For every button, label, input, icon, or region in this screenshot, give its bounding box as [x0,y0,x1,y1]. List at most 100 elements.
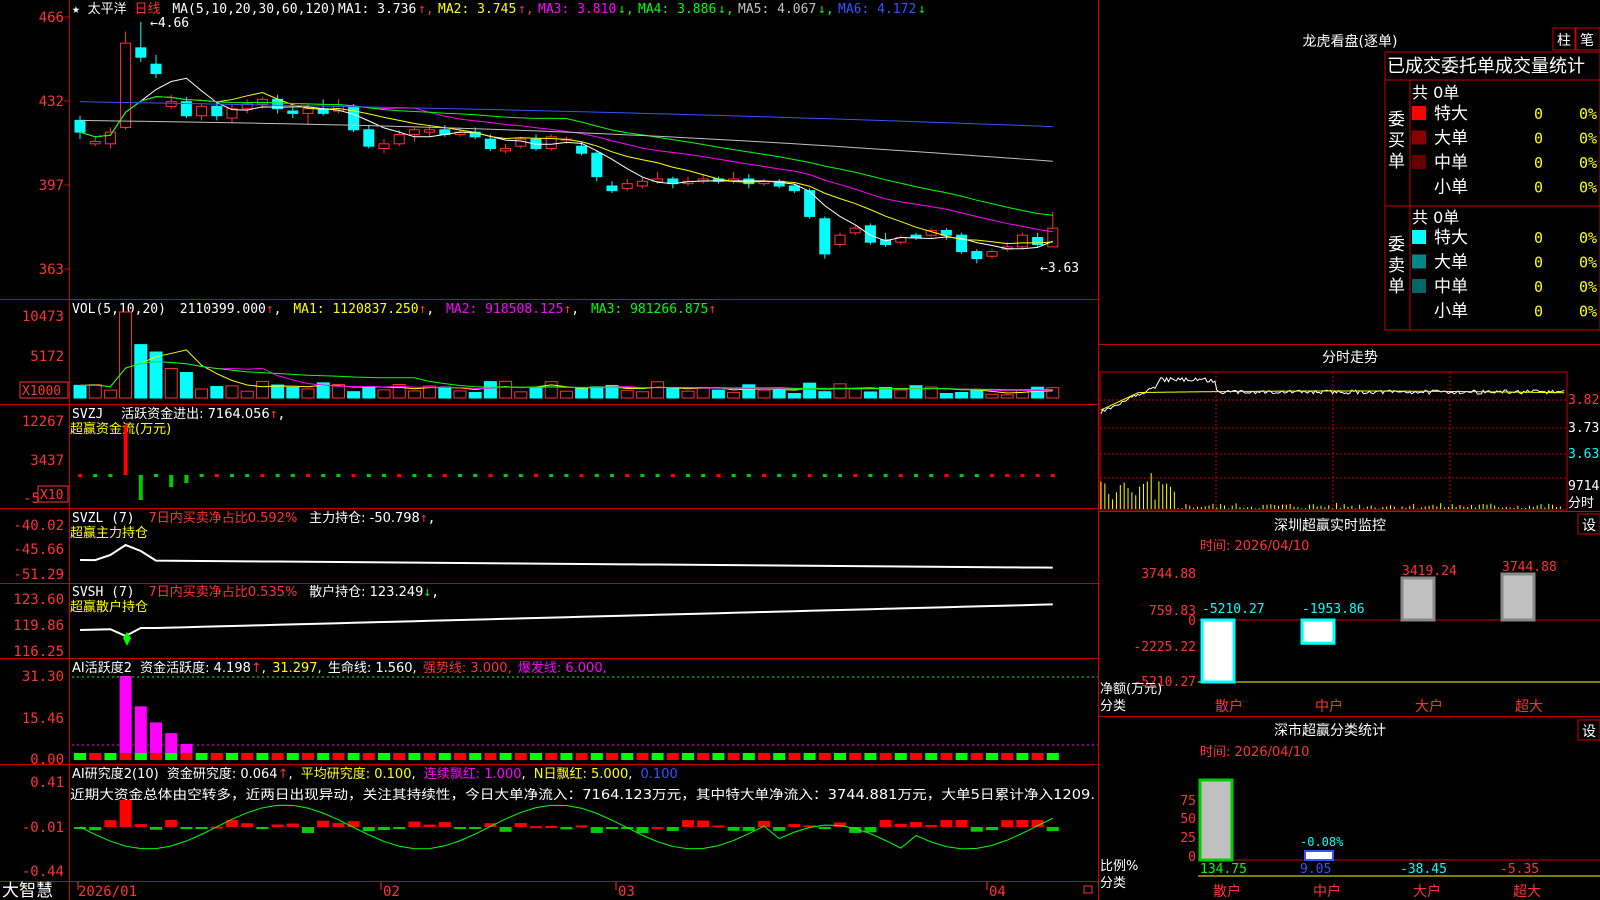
svzj-bar [701,474,706,477]
stats-title: 深市超赢分类统计 [1274,722,1386,739]
stock-terminal[interactable]: 466 432 397 363 ★ 太平洋 日线 MA(5,10,20,30,6… [0,0,1600,900]
ai2-bar [1016,820,1029,827]
volume-bar [772,389,786,399]
volume-bar [499,380,513,399]
ai2-bar [241,823,254,827]
ai1-base-bar [742,753,755,760]
sell-total: 共 0单 [1412,208,1459,227]
volume-bar [179,372,193,399]
ai1-base-bar [454,753,466,760]
svg-text:3.635: 3.635 [1568,447,1600,462]
svg-text:委: 委 [1388,110,1405,130]
monitor-settings-label[interactable]: 设 [1582,518,1596,534]
dragon-side-labels: 委买单 委卖单 [1388,110,1405,297]
volume-bar [590,386,604,399]
stats-axis: 75 50 25 0 [1180,794,1196,865]
ai1-base-bar [514,753,527,760]
svzj-bar [853,474,858,477]
ai1-base-bar [606,753,618,760]
intraday-axis: 3.825 3.730 3.635 97141 分时 [1568,393,1600,511]
svzj-bar [594,474,599,477]
monitor-category: 中户 [1315,698,1343,715]
ai1-base-bar [119,753,132,760]
candle-body [120,42,132,128]
svg-text:25: 25 [1180,831,1196,846]
size-pct: 0% [1579,179,1597,197]
svg-text:02: 02 [383,884,400,900]
size-label: 特大 [1434,228,1468,248]
ai1-base-bar [499,753,512,760]
ai2-bar [438,822,451,827]
ma-arrow-icon: ↓, [718,2,734,17]
candle-body [910,234,922,239]
size-count: 0 [1534,130,1543,148]
size-label: 特大 [1434,104,1468,124]
svzj-bar [579,474,584,477]
ai1-base-bar [894,753,907,760]
ai1-base-bar [834,753,846,760]
candle-body [515,138,527,147]
svzj-bar [260,474,265,477]
candle-body [788,185,800,192]
ai2-bar [910,822,922,827]
svzj-bar [898,474,903,477]
svzj-bar [397,474,402,477]
ai1-base-bar [530,753,542,760]
candle-body [500,148,512,152]
ai1-base-bar [332,753,345,760]
volume-bar [681,390,695,399]
volume-bar [453,390,467,399]
ai1-base-bar [134,753,147,760]
ai2-bar [408,821,421,827]
candle-body [971,251,983,260]
svzj-bar [1020,474,1025,477]
svzj-bars [78,425,1055,500]
candle-body [1016,234,1028,248]
ai1-base-bar [970,753,983,760]
monitor-bar [1200,618,1236,684]
svzj-bar [199,474,204,477]
dragon-tab-bar-label[interactable]: 柱 [1557,33,1571,49]
ai1-base-bar [165,753,178,760]
volume-bar [833,383,847,399]
ai2-axis: 0.41 -0.01 -0.44 [22,775,64,880]
candle-body [378,143,390,150]
svsh-header-line: SVSH (7) 7日内买卖净占比0.535% 散户持仓: 123.249↓, [72,584,439,600]
ai2-bar [970,827,983,832]
lock-icon[interactable] [1083,885,1093,894]
ai2-bar [606,827,618,829]
ai2-bar [666,827,679,831]
volume-bar [468,392,482,399]
ma-value-label: MA6: 4.172 [838,2,916,17]
ai1-base-bar [89,753,102,760]
svzj-bar [503,474,508,477]
ai1-base-bar [758,753,770,760]
svzj-bar [78,474,82,477]
ma-header: MA(5,10,20,30,60,120) [172,2,336,17]
svzj-bar [914,474,918,477]
svg-text:3437: 3437 [30,453,64,469]
svg-text:0.00: 0.00 [30,752,64,768]
ai1-base-bar [590,753,603,760]
volume-bar [848,388,862,399]
ai1-base-bar [697,753,710,760]
svzl-line [79,543,1053,569]
ai2-bar [378,827,390,831]
volume-bar [970,389,984,399]
volume-bar [255,380,269,399]
dragon-tab-tick-label[interactable]: 笔 [1580,33,1594,49]
ma-value-label: MA1: 3.736 [338,2,416,17]
dragon-title: 龙虎看盘(逐单) [1303,33,1398,50]
stats-settings-label[interactable]: 设 [1582,724,1596,740]
size-label: 大单 [1434,253,1468,273]
svzj-bar [534,474,538,477]
svzj-bar [488,474,493,477]
ai1-base-bar [879,753,892,760]
svzj-bar [929,474,934,477]
svg-text:分时: 分时 [1568,496,1594,511]
ai2-bar [742,827,755,831]
candle-body [606,185,618,192]
candle-body [940,229,952,236]
star-icon: ★ [72,2,80,17]
ai2-bar [256,827,269,829]
